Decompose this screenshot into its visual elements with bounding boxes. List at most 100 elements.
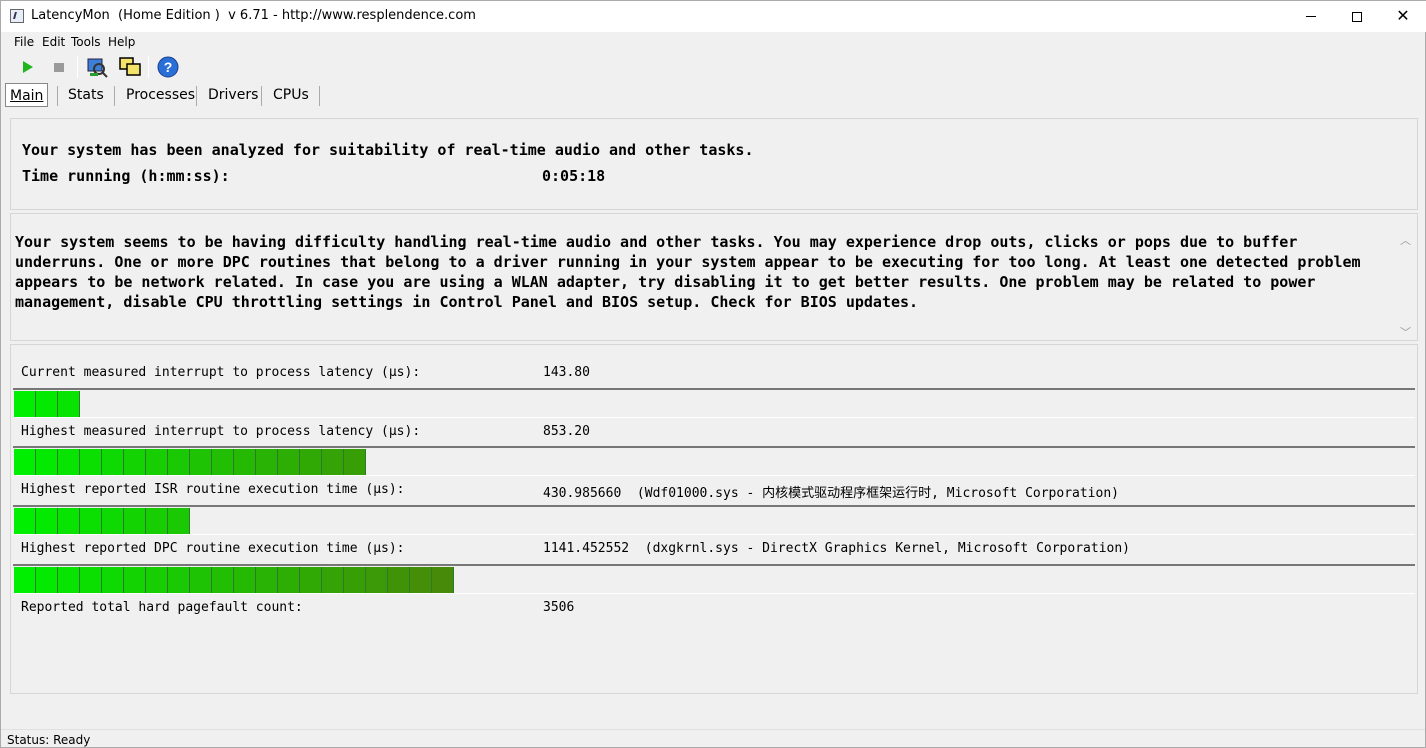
- menu-tools[interactable]: Tools: [71, 35, 101, 49]
- bar-segment: [300, 449, 322, 475]
- bar-segment: [168, 508, 190, 534]
- latency-bar: [13, 446, 1415, 476]
- bar-segment: [58, 391, 80, 417]
- app-icon: [10, 9, 24, 23]
- bar-segment: [102, 508, 124, 534]
- stop-button[interactable]: [47, 55, 71, 79]
- bar-segment: [58, 449, 80, 475]
- metric-value: 853.20: [543, 424, 590, 439]
- bar-segment: [36, 391, 58, 417]
- menu-help[interactable]: Help: [108, 35, 135, 49]
- bar-segment: [388, 567, 410, 593]
- verdict-panel[interactable]: Your system seems to be having difficult…: [10, 213, 1418, 341]
- metric-label: Highest measured interrupt to process la…: [21, 424, 421, 439]
- bar-segment: [212, 449, 234, 475]
- close-icon: ✕: [1396, 6, 1410, 25]
- bar-segment: [344, 567, 366, 593]
- tab-drivers[interactable]: Drivers: [208, 83, 258, 107]
- scroll-down-icon[interactable]: ﹀: [1400, 324, 1411, 340]
- start-button[interactable]: [15, 55, 39, 79]
- bar-segment: [36, 449, 58, 475]
- tab-bar: Main Stats Processes Drivers CPUs: [1, 83, 1425, 109]
- status-text: Status: Ready: [7, 733, 91, 747]
- bar-segment: [14, 508, 36, 534]
- title-bar: LatencyMon (Home Edition ) v 6.71 - http…: [1, 1, 1426, 32]
- toolbar: ?: [1, 53, 1425, 83]
- menu-file[interactable]: File: [14, 35, 34, 49]
- minimize-button[interactable]: [1288, 1, 1334, 32]
- bar-segment: [366, 567, 388, 593]
- tab-separator: [319, 86, 320, 106]
- metric-label: Highest reported DPC routine execution t…: [21, 541, 405, 556]
- window-title: LatencyMon (Home Edition ) v 6.71 - http…: [31, 8, 476, 23]
- bar-segment: [80, 508, 102, 534]
- metrics-panel: Current measured interrupt to process la…: [10, 344, 1418, 694]
- bar-segment: [36, 508, 58, 534]
- tab-main[interactable]: Main: [5, 83, 49, 107]
- minimize-icon: [1306, 16, 1316, 17]
- bar-fill: [14, 391, 80, 417]
- metric-label: Current measured interrupt to process la…: [21, 365, 421, 380]
- bar-segment: [146, 567, 168, 593]
- bar-segment: [300, 567, 322, 593]
- summary-panel: Your system has been analyzed for suitab…: [10, 118, 1418, 210]
- latency-bar: [13, 505, 1415, 535]
- bar-segment: [168, 449, 190, 475]
- window-button[interactable]: [118, 55, 142, 79]
- menu-edit[interactable]: Edit: [42, 35, 65, 49]
- bar-segment: [58, 508, 80, 534]
- tab-separator: [261, 86, 262, 106]
- app-window: LatencyMon (Home Edition ) v 6.71 - http…: [0, 0, 1426, 748]
- tab-stats[interactable]: Stats: [68, 83, 104, 107]
- windows-icon: [119, 57, 141, 76]
- bar-fill: [14, 449, 366, 475]
- bar-segment: [80, 567, 102, 593]
- bar-segment: [190, 567, 212, 593]
- toolbar-separator: [148, 56, 149, 78]
- bar-segment: [278, 449, 300, 475]
- bar-segment: [322, 567, 344, 593]
- metric-label: Highest reported ISR routine execution t…: [21, 482, 405, 497]
- bar-segment: [168, 567, 190, 593]
- maximize-icon: [1352, 11, 1362, 22]
- stop-icon: [54, 63, 64, 72]
- time-running-value: 0:05:18: [542, 167, 606, 185]
- tab-separator: [196, 86, 197, 106]
- bar-segment: [14, 391, 36, 417]
- bar-segment: [234, 567, 256, 593]
- menu-bar: File Edit Tools Help: [1, 32, 1425, 52]
- metric-value: 430.985660 (Wdf01000.sys - 内核模式驱动程序框架运行时…: [543, 486, 1119, 501]
- bar-segment: [80, 449, 102, 475]
- bar-fill: [14, 508, 190, 534]
- status-bar: Status: Ready: [1, 729, 1425, 748]
- bar-segment: [124, 449, 146, 475]
- toolbar-separator: [77, 56, 78, 78]
- bar-segment: [102, 449, 124, 475]
- scroll-up-icon[interactable]: ︿: [1400, 232, 1411, 248]
- metric-value: 143.80: [543, 365, 590, 380]
- bar-fill: [14, 567, 454, 593]
- time-running-label: Time running (h:mm:ss):: [22, 167, 230, 185]
- maximize-button[interactable]: [1334, 1, 1380, 32]
- bar-segment: [256, 567, 278, 593]
- probe-icon: [87, 58, 108, 78]
- bar-segment: [146, 508, 168, 534]
- probe-button[interactable]: [85, 55, 109, 79]
- help-button[interactable]: ?: [156, 55, 180, 79]
- bar-segment: [212, 567, 234, 593]
- latency-bar: [13, 564, 1415, 594]
- bar-segment: [14, 449, 36, 475]
- bar-segment: [432, 567, 454, 593]
- bar-segment: [190, 449, 212, 475]
- tab-cpus[interactable]: CPUs: [273, 83, 309, 107]
- svg-text:?: ?: [164, 59, 173, 75]
- close-button[interactable]: ✕: [1380, 1, 1426, 32]
- bar-segment: [234, 449, 256, 475]
- metric-value: 3506: [543, 600, 575, 615]
- bar-segment: [124, 567, 146, 593]
- bar-segment: [36, 567, 58, 593]
- bar-segment: [344, 449, 366, 475]
- bar-segment: [14, 567, 36, 593]
- latency-bar: [13, 388, 1415, 418]
- tab-processes[interactable]: Processes: [126, 83, 195, 107]
